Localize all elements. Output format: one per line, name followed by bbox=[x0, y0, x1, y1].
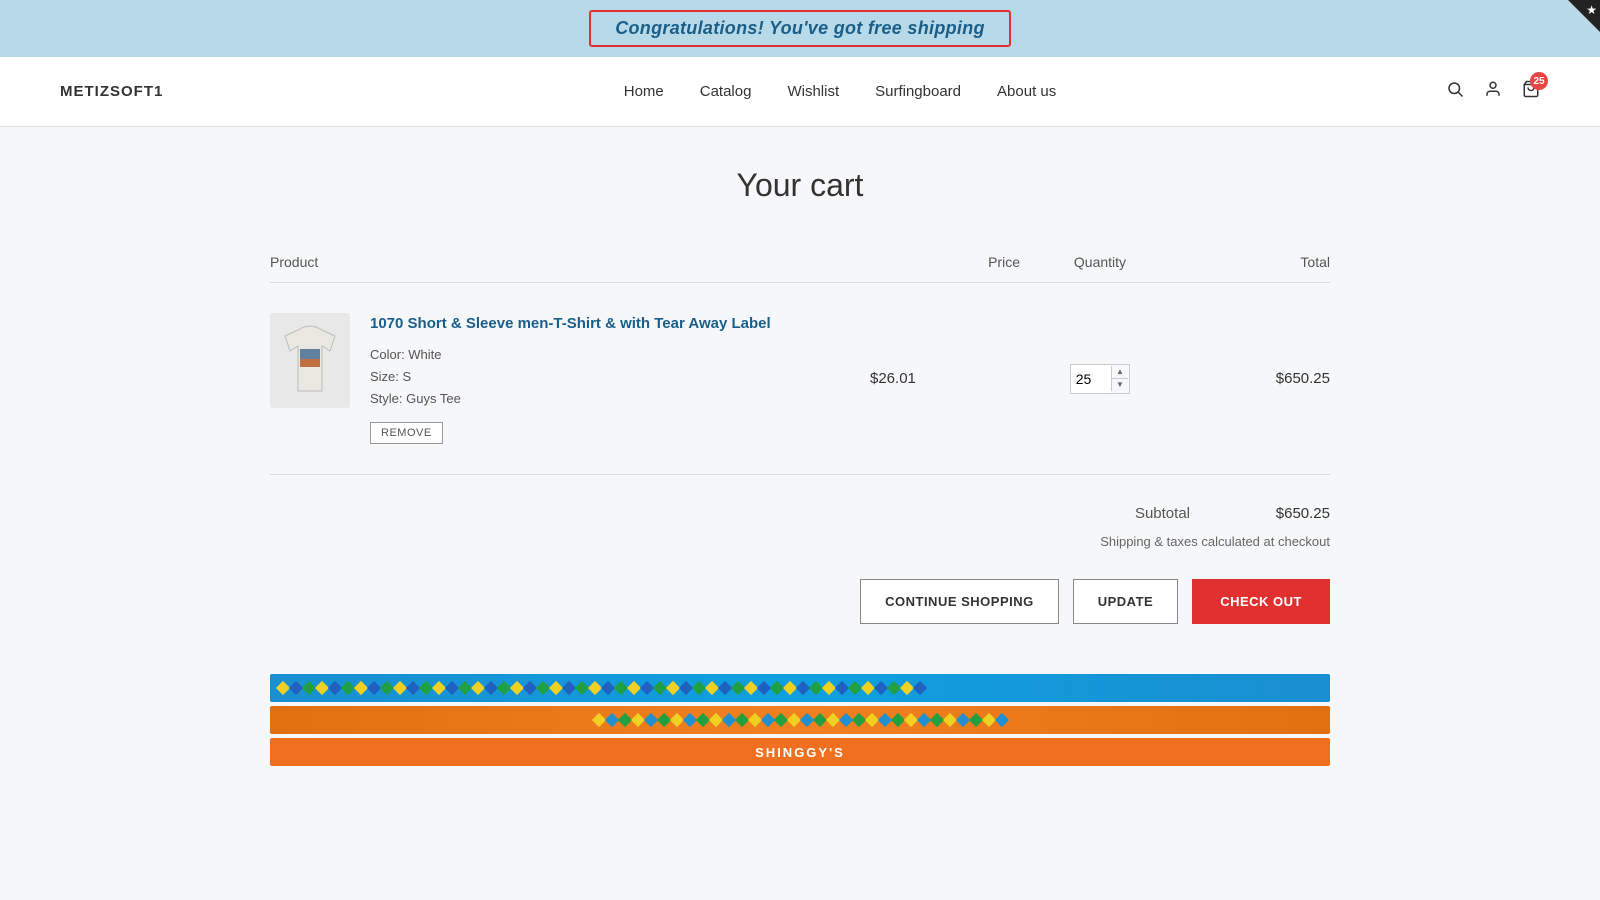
brand-label: SHINGGY'S bbox=[755, 745, 845, 760]
price-cell: $26.01 bbox=[870, 370, 1020, 387]
subtotal-row: Subtotal $650.25 bbox=[1135, 505, 1330, 522]
qty-down-arrow[interactable]: ▼ bbox=[1112, 379, 1128, 391]
checkout-button[interactable]: CHECK OUT bbox=[1192, 579, 1330, 624]
total-cell: $650.25 bbox=[1180, 370, 1330, 387]
product-style: Style: Guys Tee bbox=[370, 388, 870, 410]
star-icon: ★ bbox=[1586, 3, 1597, 17]
logo[interactable]: METIZSOFT1 bbox=[60, 83, 260, 100]
col-total: Total bbox=[1180, 254, 1330, 270]
update-button[interactable]: UPDATE bbox=[1073, 579, 1178, 624]
subtotal-label: Subtotal bbox=[1135, 505, 1190, 522]
nav-catalog[interactable]: Catalog bbox=[700, 83, 752, 100]
shipping-note: Shipping & taxes calculated at checkout bbox=[1100, 534, 1330, 549]
qty-arrows: ▲ ▼ bbox=[1111, 366, 1128, 391]
nav-home[interactable]: Home bbox=[624, 83, 664, 100]
col-price: Price bbox=[870, 254, 1020, 270]
product-details: 1070 Short & Sleeve men-T-Shirt & with T… bbox=[370, 313, 870, 444]
nav-wishlist[interactable]: Wishlist bbox=[787, 83, 839, 100]
main-nav: Home Catalog Wishlist Surfingboard About… bbox=[260, 83, 1420, 100]
page-title: Your cart bbox=[270, 167, 1330, 204]
subtotal-value: $650.25 bbox=[1250, 505, 1330, 522]
banner-strip-1 bbox=[270, 674, 1330, 702]
quantity-input[interactable] bbox=[1071, 365, 1111, 393]
quantity-cell: ▲ ▼ bbox=[1020, 364, 1180, 394]
product-size: Size: S bbox=[370, 366, 870, 388]
nav-about[interactable]: About us bbox=[997, 83, 1056, 100]
product-cell: 1070 Short & Sleeve men-T-Shirt & with T… bbox=[270, 313, 870, 444]
qty-up-arrow[interactable]: ▲ bbox=[1112, 366, 1128, 379]
product-color: Color: White bbox=[370, 344, 870, 366]
cart-count-badge: 25 bbox=[1530, 72, 1548, 90]
banner-strip-2 bbox=[270, 706, 1330, 734]
main-content: Your cart Product Price Quantity Total 1… bbox=[250, 127, 1350, 810]
banner-content: Congratulations! You've got free shippin… bbox=[589, 10, 1011, 47]
cart-table-header: Product Price Quantity Total bbox=[270, 254, 1330, 283]
cart-icon[interactable]: 25 bbox=[1522, 80, 1540, 103]
col-quantity: Quantity bbox=[1020, 254, 1180, 270]
search-icon[interactable] bbox=[1446, 80, 1464, 103]
continue-shopping-button[interactable]: CONTINUE SHOPPING bbox=[860, 579, 1059, 624]
action-buttons: CONTINUE SHOPPING UPDATE CHECK OUT bbox=[860, 579, 1330, 624]
bottom-banners: SHINGGY'S bbox=[270, 674, 1330, 766]
remove-button[interactable]: REMOVE bbox=[370, 422, 443, 444]
cart-item: 1070 Short & Sleeve men-T-Shirt & with T… bbox=[270, 283, 1330, 475]
login-icon[interactable] bbox=[1484, 80, 1502, 103]
quantity-stepper[interactable]: ▲ ▼ bbox=[1070, 364, 1130, 394]
header-actions: 25 bbox=[1420, 80, 1540, 103]
col-product: Product bbox=[270, 254, 870, 270]
header: METIZSOFT1 Home Catalog Wishlist Surfing… bbox=[0, 57, 1600, 127]
banner-strip-3: SHINGGY'S bbox=[270, 738, 1330, 766]
banner-corner: ★ bbox=[1568, 0, 1600, 32]
subtotal-section: Subtotal $650.25 Shipping & taxes calcul… bbox=[270, 505, 1330, 644]
product-image bbox=[270, 313, 350, 408]
nav-surfingboard[interactable]: Surfingboard bbox=[875, 83, 961, 100]
promo-banner: Congratulations! You've got free shippin… bbox=[0, 0, 1600, 57]
product-name: 1070 Short & Sleeve men-T-Shirt & with T… bbox=[370, 313, 870, 334]
banner-text: Congratulations! You've got free shippin… bbox=[615, 18, 985, 38]
